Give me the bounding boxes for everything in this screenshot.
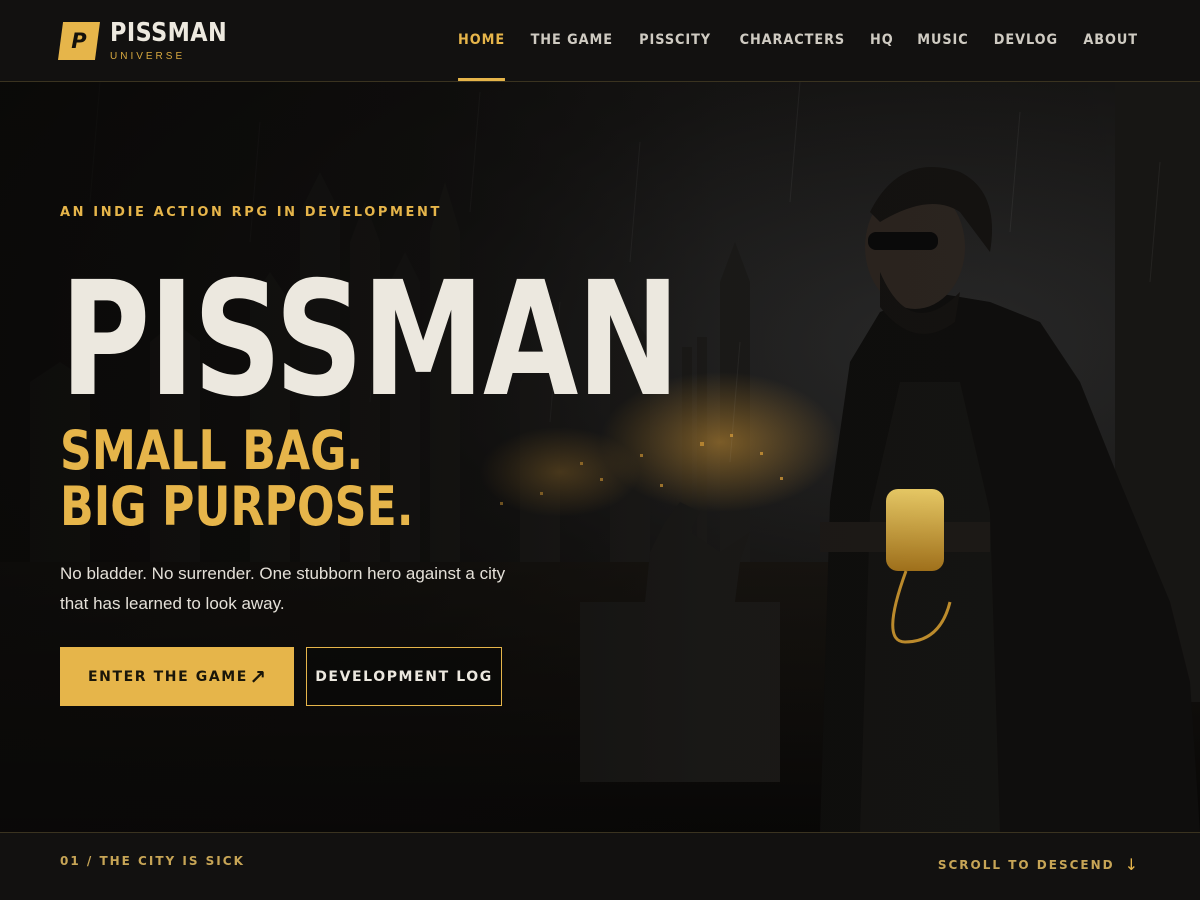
nav-item-hq[interactable]: HQ [870,32,894,48]
scroll-label: SCROLL TO DESCEND [937,857,1115,872]
development-log-button[interactable]: DEVELOPMENT LOG [306,647,502,706]
brand-title: PISSMAN [110,18,228,48]
nav-item-music[interactable]: MUSIC [917,32,968,48]
nav-item-about[interactable]: ABOUT [1083,32,1138,48]
main-nav: HOME THE GAME PISSCITY CHARACTERS HQ MUS… [436,32,1140,81]
logo-mark-letter: P [71,29,87,53]
arrow-up-right-icon: ↗ [249,664,266,689]
logo-mark-icon: P [58,22,100,60]
logo-text: PISSMAN UNIVERSE [110,20,246,62]
hero-title: PISSMAN [60,248,680,432]
nav-item-pisscity[interactable]: PISSCITY [640,32,712,48]
enter-the-game-button[interactable]: ENTER THE GAME ↗ [60,647,294,706]
nav-item-the-game[interactable]: THE GAME [530,32,612,48]
hero-tagline: SMALL BAG. BIG PURPOSE. [60,423,414,535]
tagline-line-1: SMALL BAG. [60,419,364,482]
brand-subtitle: UNIVERSE [110,51,186,62]
site-header: P PISSMAN UNIVERSE HOME THE GAME PISSCIT… [0,0,1200,82]
hero-description: No bladder. No surrender. One stubborn h… [60,564,506,613]
development-log-label: DEVELOPMENT LOG [315,668,493,685]
tagline-line-2: BIG PURPOSE. [60,475,414,538]
nav-item-home[interactable]: HOME [457,32,505,81]
nav-item-characters[interactable]: CHARACTERS [739,32,845,48]
brand-logo[interactable]: P PISSMAN UNIVERSE [58,19,246,63]
nav-item-devlog[interactable]: DEVLOG [994,32,1058,48]
section-indicator-bar: 01 / THE CITY IS SICK SCROLL TO DESCEND … [0,832,1200,900]
arrow-down-icon: ↓ [1124,855,1138,874]
enter-the-game-label: ENTER THE GAME [88,668,248,685]
scroll-to-descend-link[interactable]: SCROLL TO DESCEND ↓ [938,855,1138,874]
section-label: 01 / THE CITY IS SICK [60,854,245,868]
hero-eyebrow: AN INDIE ACTION RPG IN DEVELOPMENT [60,205,442,220]
